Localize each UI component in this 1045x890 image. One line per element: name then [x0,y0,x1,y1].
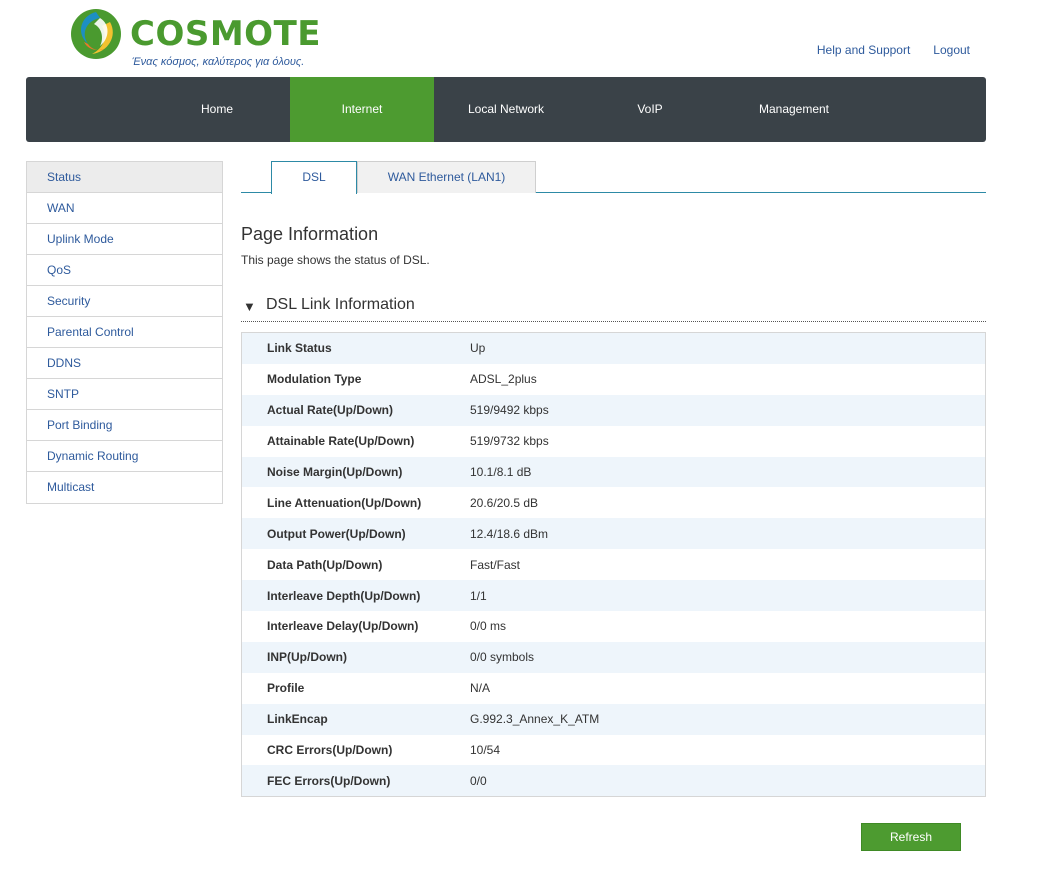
table-row: Interleave Depth(Up/Down) 1/1 [242,580,985,612]
sidebar-item-security[interactable]: Security [27,286,222,317]
row-label: Interleave Delay(Up/Down) [267,619,419,634]
row-value: 1/1 [470,588,487,603]
row-label: Attainable Rate(Up/Down) [267,434,415,449]
cosmote-logo: COSMOTE Ένας κόσμος, καλύτερος για όλους… [70,8,321,70]
nav-home[interactable]: Home [145,77,289,142]
nav-local-network[interactable]: Local Network [434,77,578,142]
row-label: Actual Rate(Up/Down) [267,403,393,418]
page-description: This page shows the status of DSL. [241,253,430,267]
brand-name: COSMOTE [130,14,321,54]
row-value: 10.1/8.1 dB [470,465,532,479]
row-value: 0/0 [470,773,487,788]
sidebar-item-port-binding[interactable]: Port Binding [27,410,222,441]
row-value: 10/54 [470,743,501,758]
sidebar: Status WAN Uplink Mode QoS Security Pare… [26,161,223,504]
row-label: INP(Up/Down) [267,650,347,665]
cosmote-swirl-logo-icon [71,9,121,59]
row-value: G.992.3_Annex_K_ATM [470,712,600,727]
row-label: Profile [267,681,305,696]
main-navbar: Home Internet Local Network VoIP Managem… [26,77,986,142]
table-row: Modulation Type ADSL_2plus [242,364,985,395]
table-row: Output Power(Up/Down) 12.4/18.6 dBm [242,518,985,550]
row-label: CRC Errors(Up/Down) [267,743,393,758]
dsl-info-table: Link Status Up Modulation Type ADSL_2plus … [241,332,986,798]
sidebar-item-wan[interactable]: WAN [27,193,222,224]
nav-internet[interactable]: Internet [290,77,434,142]
nav-voip[interactable]: VoIP [578,77,722,142]
sidebar-item-parental-control[interactable]: Parental Control [27,317,222,348]
sidebar-item-sntp[interactable]: SNTP [27,379,222,410]
help-support-link[interactable]: Help and Support [817,43,910,57]
row-value: Fast/Fast [470,557,521,572]
sidebar-item-multicast[interactable]: Multicast [27,472,222,503]
row-label: FEC Errors(Up/Down) [267,773,391,788]
table-row: Actual Rate(Up/Down) 519/9492 kbps [242,394,985,426]
tab-wan-ethernet[interactable]: WAN Ethernet (LAN1) [357,161,536,193]
row-label: Line Attenuation(Up/Down) [267,495,422,510]
logout-link[interactable]: Logout [933,43,970,57]
row-value: 20.6/20.5 dB [470,495,539,510]
row-label: Modulation Type [267,372,362,387]
row-label: LinkEncap [267,712,328,727]
table-row: Interleave Delay(Up/Down) 0/0 ms [242,611,985,642]
tab-dsl[interactable]: DSL [271,161,357,194]
sidebar-item-qos[interactable]: QoS [27,255,222,286]
brand-tagline: Ένας κόσμος, καλύτερος για όλους. [132,56,305,68]
table-row: Data Path(Up/Down) Fast/Fast [242,549,985,580]
row-value: 519/9732 kbps [470,434,549,449]
table-row: CRC Errors(Up/Down) 10/54 [242,735,985,766]
sidebar-item-dynamic-routing[interactable]: Dynamic Routing [27,441,222,472]
row-value: N/A [470,681,491,696]
table-row: Attainable Rate(Up/Down) 519/9732 kbps [242,426,985,457]
row-value: 0/0 ms [470,619,507,634]
row-value: ADSL_2plus [470,372,537,387]
row-label: Interleave Depth(Up/Down) [267,588,421,603]
row-value: 12.4/18.6 dBm [470,526,549,541]
collapse-triangle-icon[interactable]: ▼ [243,299,256,314]
table-row: Noise Margin(Up/Down) 10.1/8.1 dB [242,456,985,488]
table-row: Line Attenuation(Up/Down) 20.6/20.5 dB [242,487,985,518]
row-value: 519/9492 kbps [470,403,549,418]
row-label: Output Power(Up/Down) [267,526,406,541]
top-links: Help and Support Logout [817,43,970,57]
row-value: 0/0 symbols [470,650,535,665]
sidebar-item-status[interactable]: Status [27,162,222,193]
row-label: Data Path(Up/Down) [267,557,383,572]
row-label: Link Status [267,341,332,356]
table-row: FEC Errors(Up/Down) 0/0 [242,765,985,797]
page-title: Page Information [241,224,379,244]
row-label: Noise Margin(Up/Down) [267,465,403,479]
row-value: Up [470,341,486,356]
table-row: LinkEncap G.992.3_Annex_K_ATM [242,703,985,735]
table-row: Profile N/A [242,673,985,704]
tab-bar: DSL WAN Ethernet (LAN1) [241,161,986,194]
section-title: DSL Link Information [266,296,415,313]
table-row: INP(Up/Down) 0/0 symbols [242,641,985,673]
nav-management[interactable]: Management [722,77,866,142]
refresh-button[interactable]: Refresh [861,823,961,851]
sidebar-item-ddns[interactable]: DDNS [27,348,222,379]
sidebar-item-uplink-mode[interactable]: Uplink Mode [27,224,222,255]
section-header[interactable]: ▼ DSL Link Information [241,294,986,322]
table-row: Link Status Up [242,333,985,364]
